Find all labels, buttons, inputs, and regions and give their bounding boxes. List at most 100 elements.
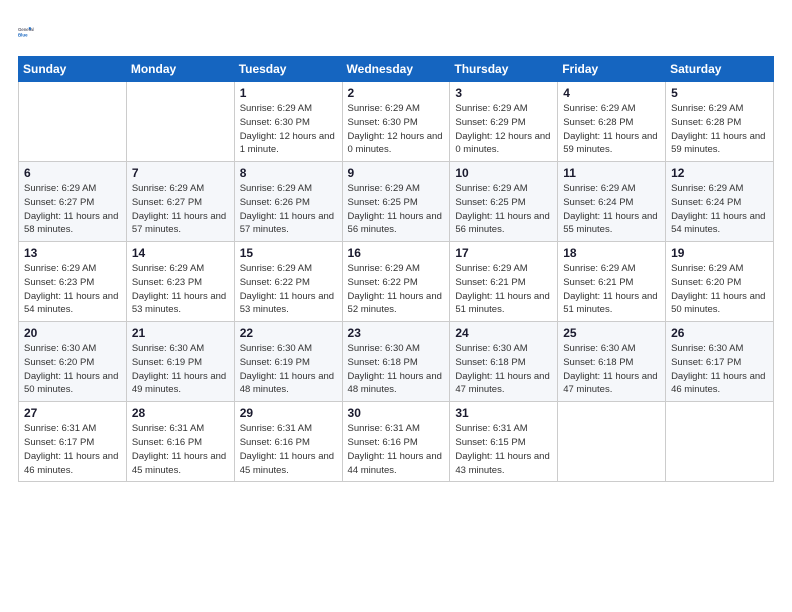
day-number: 5	[671, 86, 768, 100]
day-info: Sunrise: 6:30 AMSunset: 6:19 PMDaylight:…	[240, 342, 337, 397]
day-number: 20	[24, 326, 121, 340]
day-info: Sunrise: 6:29 AMSunset: 6:27 PMDaylight:…	[24, 182, 121, 237]
day-number: 31	[455, 406, 552, 420]
day-number: 7	[132, 166, 229, 180]
day-number: 21	[132, 326, 229, 340]
day-info: Sunrise: 6:29 AMSunset: 6:28 PMDaylight:…	[671, 102, 768, 157]
day-number: 2	[348, 86, 445, 100]
day-number: 19	[671, 246, 768, 260]
day-info: Sunrise: 6:29 AMSunset: 6:25 PMDaylight:…	[455, 182, 552, 237]
day-number: 9	[348, 166, 445, 180]
day-cell: 22 Sunrise: 6:30 AMSunset: 6:19 PMDayligh…	[234, 322, 342, 402]
day-cell: 11 Sunrise: 6:29 AMSunset: 6:24 PMDayligh…	[558, 162, 666, 242]
day-cell	[558, 402, 666, 482]
week-row-3: 13Sunrise: 6:29 AMSunset: 6:23 PMDayligh…	[19, 242, 774, 322]
day-cell: 24 Sunrise: 6:30 AMSunset: 6:18 PMDayligh…	[450, 322, 558, 402]
day-info: Sunrise: 6:30 AMSunset: 6:18 PMDaylight:…	[455, 342, 552, 397]
day-number: 22	[240, 326, 337, 340]
day-info: Sunrise: 6:29 AMSunset: 6:21 PMDaylight:…	[455, 262, 552, 317]
day-number: 4	[563, 86, 660, 100]
day-number: 27	[24, 406, 121, 420]
day-number: 16	[348, 246, 445, 260]
day-cell: 2Sunrise: 6:29 AMSunset: 6:30 PMDaylight…	[342, 82, 450, 162]
weekday-header-friday: Friday	[558, 57, 666, 82]
day-number: 26	[671, 326, 768, 340]
day-info: Sunrise: 6:29 AMSunset: 6:24 PMDaylight:…	[563, 182, 660, 237]
day-info: Sunrise: 6:31 AMSunset: 6:16 PMDaylight:…	[348, 422, 445, 477]
day-number: 10	[455, 166, 552, 180]
day-info: Sunrise: 6:29 AMSunset: 6:24 PMDaylight:…	[671, 182, 768, 237]
day-cell	[126, 82, 234, 162]
day-number: 30	[348, 406, 445, 420]
day-info: Sunrise: 6:31 AMSunset: 6:16 PMDaylight:…	[132, 422, 229, 477]
day-cell: 12Sunrise: 6:29 AMSunset: 6:24 PMDayligh…	[666, 162, 774, 242]
week-row-1: 1 Sunrise: 6:29 AMSunset: 6:30 PMDaylight…	[19, 82, 774, 162]
day-cell: 25Sunrise: 6:30 AMSunset: 6:18 PMDayligh…	[558, 322, 666, 402]
logo: General Blue	[18, 18, 46, 46]
day-info: Sunrise: 6:29 AMSunset: 6:23 PMDaylight:…	[132, 262, 229, 317]
day-info: Sunrise: 6:31 AMSunset: 6:17 PMDaylight:…	[24, 422, 121, 477]
day-number: 3	[455, 86, 552, 100]
day-number: 23	[348, 326, 445, 340]
day-cell: 21 Sunrise: 6:30 AMSunset: 6:19 PMDayligh…	[126, 322, 234, 402]
day-number: 8	[240, 166, 337, 180]
weekday-header-row: SundayMondayTuesdayWednesdayThursdayFrid…	[19, 57, 774, 82]
day-number: 24	[455, 326, 552, 340]
day-cell: 30 Sunrise: 6:31 AMSunset: 6:16 PMDayligh…	[342, 402, 450, 482]
day-number: 6	[24, 166, 121, 180]
day-number: 15	[240, 246, 337, 260]
day-cell: 15 Sunrise: 6:29 AMSunset: 6:22 PMDayligh…	[234, 242, 342, 322]
day-cell: 9 Sunrise: 6:29 AMSunset: 6:25 PMDaylight…	[342, 162, 450, 242]
day-info: Sunrise: 6:29 AMSunset: 6:28 PMDaylight:…	[563, 102, 660, 157]
day-number: 17	[455, 246, 552, 260]
day-number: 18	[563, 246, 660, 260]
day-info: Sunrise: 6:30 AMSunset: 6:20 PMDaylight:…	[24, 342, 121, 397]
svg-text:General: General	[18, 27, 34, 32]
day-cell: 23 Sunrise: 6:30 AMSunset: 6:18 PMDayligh…	[342, 322, 450, 402]
svg-text:Blue: Blue	[18, 32, 28, 37]
day-info: Sunrise: 6:31 AMSunset: 6:16 PMDaylight:…	[240, 422, 337, 477]
day-cell: 3Sunrise: 6:29 AMSunset: 6:29 PMDaylight…	[450, 82, 558, 162]
day-info: Sunrise: 6:29 AMSunset: 6:22 PMDaylight:…	[240, 262, 337, 317]
day-cell: 20 Sunrise: 6:30 AMSunset: 6:20 PMDayligh…	[19, 322, 127, 402]
day-info: Sunrise: 6:29 AMSunset: 6:22 PMDaylight:…	[348, 262, 445, 317]
day-cell: 7 Sunrise: 6:29 AMSunset: 6:27 PMDaylight…	[126, 162, 234, 242]
weekday-header-thursday: Thursday	[450, 57, 558, 82]
day-cell: 10 Sunrise: 6:29 AMSunset: 6:25 PMDayligh…	[450, 162, 558, 242]
day-info: Sunrise: 6:29 AMSunset: 6:30 PMDaylight:…	[240, 102, 337, 157]
day-cell: 1 Sunrise: 6:29 AMSunset: 6:30 PMDaylight…	[234, 82, 342, 162]
logo-icon: General Blue	[18, 18, 46, 46]
day-info: Sunrise: 6:29 AMSunset: 6:25 PMDaylight:…	[348, 182, 445, 237]
day-cell: 28 Sunrise: 6:31 AMSunset: 6:16 PMDayligh…	[126, 402, 234, 482]
weekday-header-wednesday: Wednesday	[342, 57, 450, 82]
day-cell: 31Sunrise: 6:31 AMSunset: 6:15 PMDayligh…	[450, 402, 558, 482]
day-cell: 6 Sunrise: 6:29 AMSunset: 6:27 PMDaylight…	[19, 162, 127, 242]
day-info: Sunrise: 6:30 AMSunset: 6:18 PMDaylight:…	[563, 342, 660, 397]
day-cell: 26 Sunrise: 6:30 AMSunset: 6:17 PMDayligh…	[666, 322, 774, 402]
week-row-2: 6 Sunrise: 6:29 AMSunset: 6:27 PMDaylight…	[19, 162, 774, 242]
day-cell	[19, 82, 127, 162]
day-number: 29	[240, 406, 337, 420]
day-number: 1	[240, 86, 337, 100]
weekday-header-monday: Monday	[126, 57, 234, 82]
day-cell: 8Sunrise: 6:29 AMSunset: 6:26 PMDaylight…	[234, 162, 342, 242]
day-info: Sunrise: 6:29 AMSunset: 6:27 PMDaylight:…	[132, 182, 229, 237]
weekday-header-sunday: Sunday	[19, 57, 127, 82]
page: General Blue SundayMondayTuesdayWednesda…	[0, 0, 792, 612]
day-number: 28	[132, 406, 229, 420]
day-info: Sunrise: 6:30 AMSunset: 6:19 PMDaylight:…	[132, 342, 229, 397]
day-cell: 29 Sunrise: 6:31 AMSunset: 6:16 PMDayligh…	[234, 402, 342, 482]
week-row-4: 20 Sunrise: 6:30 AMSunset: 6:20 PMDayligh…	[19, 322, 774, 402]
day-info: Sunrise: 6:29 AMSunset: 6:20 PMDaylight:…	[671, 262, 768, 317]
day-cell: 14 Sunrise: 6:29 AMSunset: 6:23 PMDayligh…	[126, 242, 234, 322]
day-number: 11	[563, 166, 660, 180]
day-cell: 19 Sunrise: 6:29 AMSunset: 6:20 PMDayligh…	[666, 242, 774, 322]
calendar: SundayMondayTuesdayWednesdayThursdayFrid…	[18, 56, 774, 482]
day-info: Sunrise: 6:30 AMSunset: 6:17 PMDaylight:…	[671, 342, 768, 397]
week-row-5: 27 Sunrise: 6:31 AMSunset: 6:17 PMDayligh…	[19, 402, 774, 482]
day-info: Sunrise: 6:30 AMSunset: 6:18 PMDaylight:…	[348, 342, 445, 397]
day-number: 14	[132, 246, 229, 260]
day-cell: 17 Sunrise: 6:29 AMSunset: 6:21 PMDayligh…	[450, 242, 558, 322]
day-cell: 5 Sunrise: 6:29 AMSunset: 6:28 PMDaylight…	[666, 82, 774, 162]
weekday-header-saturday: Saturday	[666, 57, 774, 82]
